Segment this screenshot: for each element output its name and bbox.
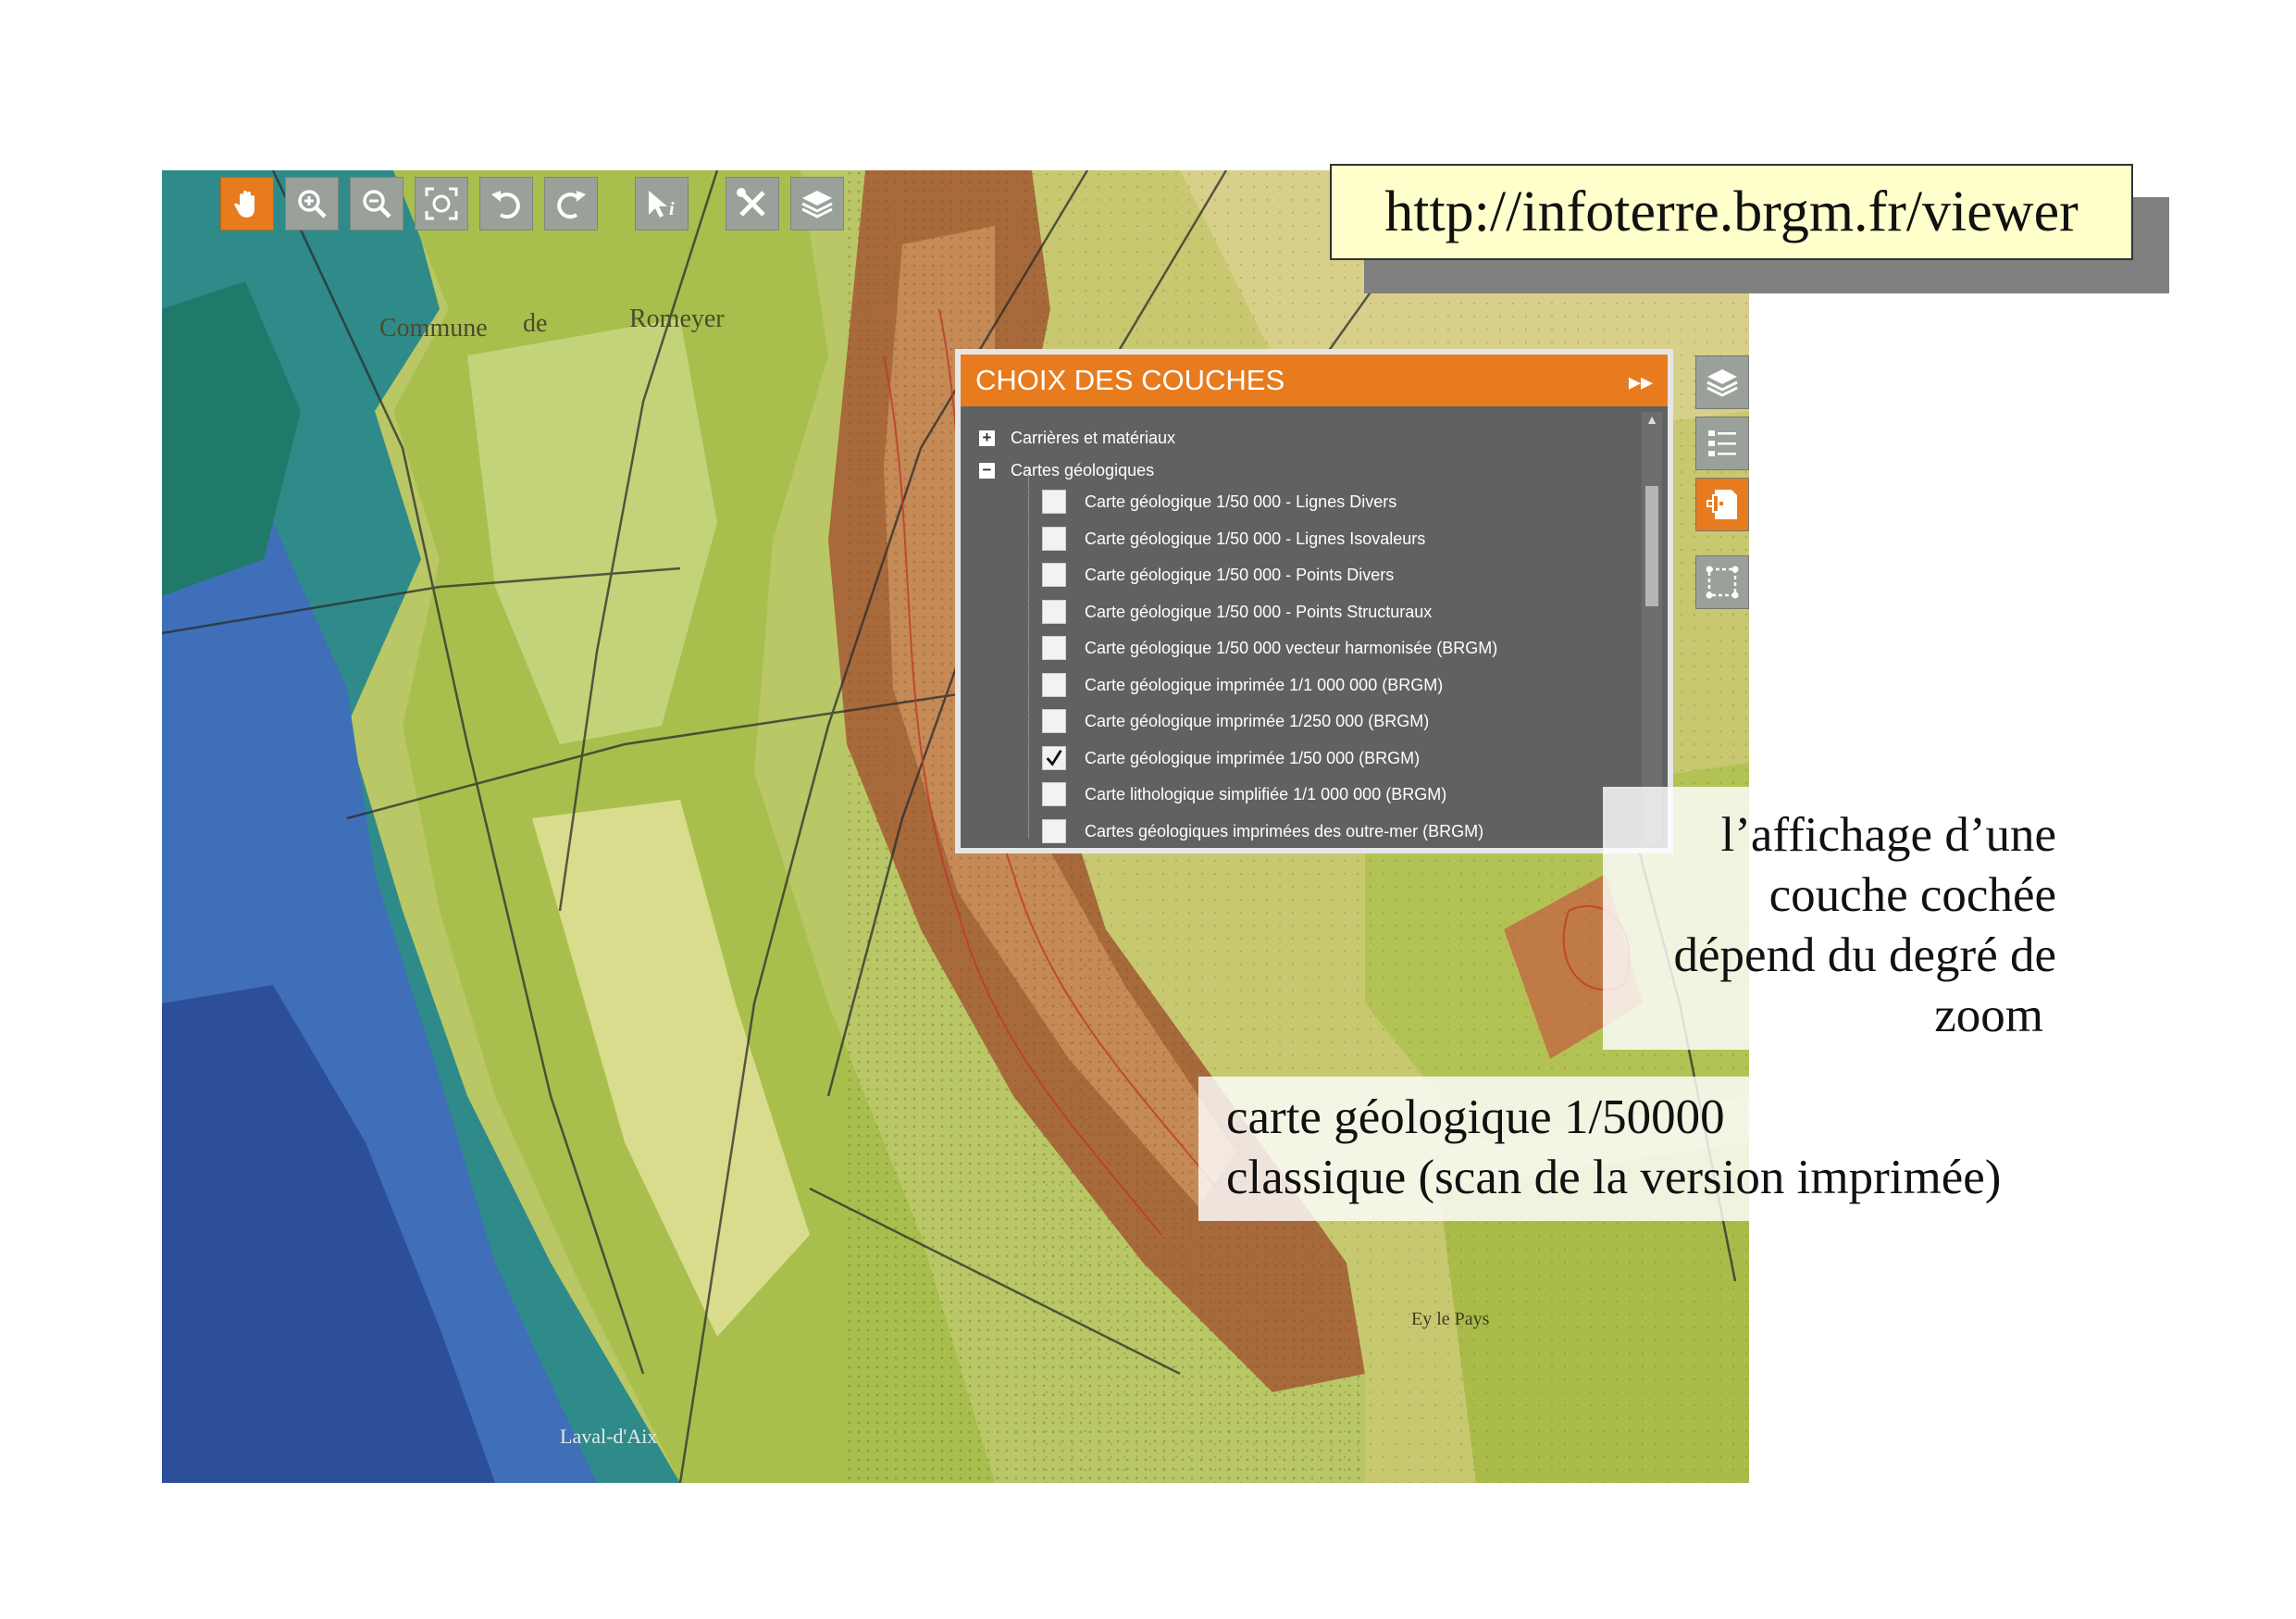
layer-item[interactable]: Carte géologique imprimée 1/250 000 (BRG… [1042, 709, 1429, 733]
layer-checkbox[interactable] [1042, 600, 1066, 624]
map-label-ey: Ey le Pays [1411, 1309, 1490, 1329]
carte-annotation: carte géologique 1/50000 classique (scan… [1198, 1077, 2001, 1221]
expand-toggle-icon[interactable]: + [979, 430, 995, 446]
zoom-out-button[interactable] [350, 177, 403, 230]
collapse-panel-icon[interactable]: ▸▸ [1629, 367, 1653, 396]
group-label: Carrières et matériaux [1011, 429, 1176, 447]
layer-checkbox[interactable] [1042, 673, 1066, 697]
undo-button[interactable] [479, 177, 533, 230]
carte-note-line: carte géologique 1/50000 [1226, 1090, 1725, 1144]
layer-label: Carte lithologique simplifiée 1/1 000 00… [1085, 784, 1447, 803]
side-legend-button[interactable] [1695, 417, 1749, 470]
layer-tree: + Carrières et matériaux − Cartes géolog… [961, 412, 1636, 848]
panel-header: CHOIX DES COUCHES ▸▸ [961, 355, 1668, 406]
layer-checkbox[interactable] [1042, 490, 1066, 514]
pan-hand-icon [234, 191, 254, 218]
zoom-annotation-text: l’affichage d’une couche cochée dépend d… [1631, 805, 2056, 1046]
layers-icon [801, 191, 833, 218]
layer-checkbox[interactable] [1042, 527, 1066, 551]
layer-checkbox[interactable] [1042, 819, 1066, 843]
layer-choice-panel: CHOIX DES COUCHES ▸▸ + Carrières et maté… [955, 349, 1673, 853]
layer-label: Cartes géologiques imprimées des outre-m… [1085, 821, 1484, 841]
layer-label: Carte géologique imprimée 1/50 000 (BRGM… [1085, 748, 1421, 767]
layer-checkbox[interactable] [1042, 636, 1066, 660]
layer-checkbox-checked[interactable] [1042, 746, 1066, 770]
url-text: http://infoterre.brgm.fr/viewer [1384, 180, 2079, 243]
redo-button[interactable] [544, 177, 598, 230]
layer-item[interactable]: Carte lithologique simplifiée 1/1 000 00… [1042, 782, 1446, 806]
pan-tool-button[interactable] [220, 177, 274, 230]
layer-checkbox[interactable] [1042, 563, 1066, 587]
identify-button[interactable]: i [635, 177, 689, 230]
zoom-annotation: l’affichage d’une couche cochée dépend d… [1603, 787, 2056, 1050]
scroll-up-icon[interactable]: ▲ [1642, 412, 1662, 427]
identify-info-icon: i [649, 191, 675, 219]
layer-item[interactable]: Carte géologique 1/50 000 - Lignes Isova… [1042, 527, 1425, 551]
side-add-layer-button[interactable] [1695, 478, 1749, 531]
map-label-romeyer: Romeyer [629, 305, 725, 333]
group-label: Cartes géologiques [1011, 461, 1155, 479]
layer-label: Carte géologique 1/50 000 - Lignes Diver… [1085, 492, 1397, 511]
layers-button[interactable] [790, 177, 844, 230]
scrollbar-thumb[interactable] [1645, 486, 1658, 606]
add-layer-icon [1706, 490, 1737, 519]
group-carrieres[interactable]: + Carrières et matériaux [979, 429, 1175, 448]
zoom-note-line: dépend du degré de [1673, 928, 2056, 982]
redo-icon [557, 191, 586, 219]
zoom-in-icon [298, 190, 327, 218]
carte-note-line: classique (scan de la version imprimée) [1226, 1151, 2002, 1204]
zoom-note-line: couche cochée [1769, 868, 2056, 922]
layers-icon [1706, 369, 1738, 397]
checkmark-icon [1046, 749, 1062, 766]
zoom-note-line: l’affichage d’une [1720, 808, 2056, 862]
map-label-de: de [523, 309, 548, 338]
layer-label: Carte géologique 1/50 000 - Points Diver… [1085, 565, 1395, 584]
side-select-area-button[interactable] [1695, 555, 1749, 609]
zoom-out-icon [363, 190, 391, 218]
undo-icon [491, 191, 520, 219]
legend-list-icon [1708, 430, 1736, 456]
layer-item[interactable]: Cartes géologiques imprimées des outre-m… [1042, 819, 1483, 843]
layer-label: Carte géologique 1/50 000 - Lignes Isova… [1085, 529, 1426, 548]
layer-label: Carte géologique 1/50 000 - Points Struc… [1085, 602, 1433, 621]
collapse-toggle-icon[interactable]: − [979, 462, 995, 479]
map-toolbar: i [220, 176, 855, 231]
layer-item-checked[interactable]: Carte géologique imprimée 1/50 000 (BRGM… [1042, 746, 1420, 770]
select-area-icon [1706, 566, 1739, 599]
zoom-extent-icon [425, 187, 458, 220]
tools-button[interactable] [726, 177, 779, 230]
side-layers-button[interactable] [1695, 355, 1749, 409]
layer-item[interactable]: Carte géologique 1/50 000 - Points Struc… [1042, 600, 1432, 624]
svg-text:i: i [669, 199, 675, 219]
layer-checkbox[interactable] [1042, 709, 1066, 733]
layer-item[interactable]: Carte géologique 1/50 000 - Lignes Diver… [1042, 490, 1396, 514]
layer-checkbox[interactable] [1042, 782, 1066, 806]
tools-icon [737, 188, 765, 217]
layer-label: Carte géologique 1/50 000 vecteur harmon… [1085, 638, 1498, 657]
group-cartes-geologiques[interactable]: − Cartes géologiques [979, 461, 1154, 480]
carte-annotation-text: carte géologique 1/50000 classique (scan… [1226, 1088, 2001, 1208]
layer-label: Carte géologique imprimée 1/1 000 000 (B… [1085, 675, 1444, 694]
panel-title: CHOIX DES COUCHES [975, 364, 1285, 396]
layer-item[interactable]: Carte géologique 1/50 000 - Points Diver… [1042, 563, 1394, 587]
layer-label: Carte géologique imprimée 1/250 000 (BRG… [1085, 711, 1430, 730]
zoom-extent-button[interactable] [415, 177, 468, 230]
map-label-commune: Commune [379, 314, 488, 342]
zoom-in-button[interactable] [285, 177, 339, 230]
zoom-note-line: zoom [1934, 989, 2043, 1042]
panel-scrollbar[interactable]: ▲ [1642, 412, 1662, 842]
map-label-laval: Laval-d'Aix [560, 1425, 658, 1448]
layer-item[interactable]: Carte géologique imprimée 1/1 000 000 (B… [1042, 673, 1443, 697]
layer-item[interactable]: Carte géologique 1/50 000 vecteur harmon… [1042, 636, 1497, 660]
url-callout: http://infoterre.brgm.fr/viewer [1330, 164, 2133, 260]
